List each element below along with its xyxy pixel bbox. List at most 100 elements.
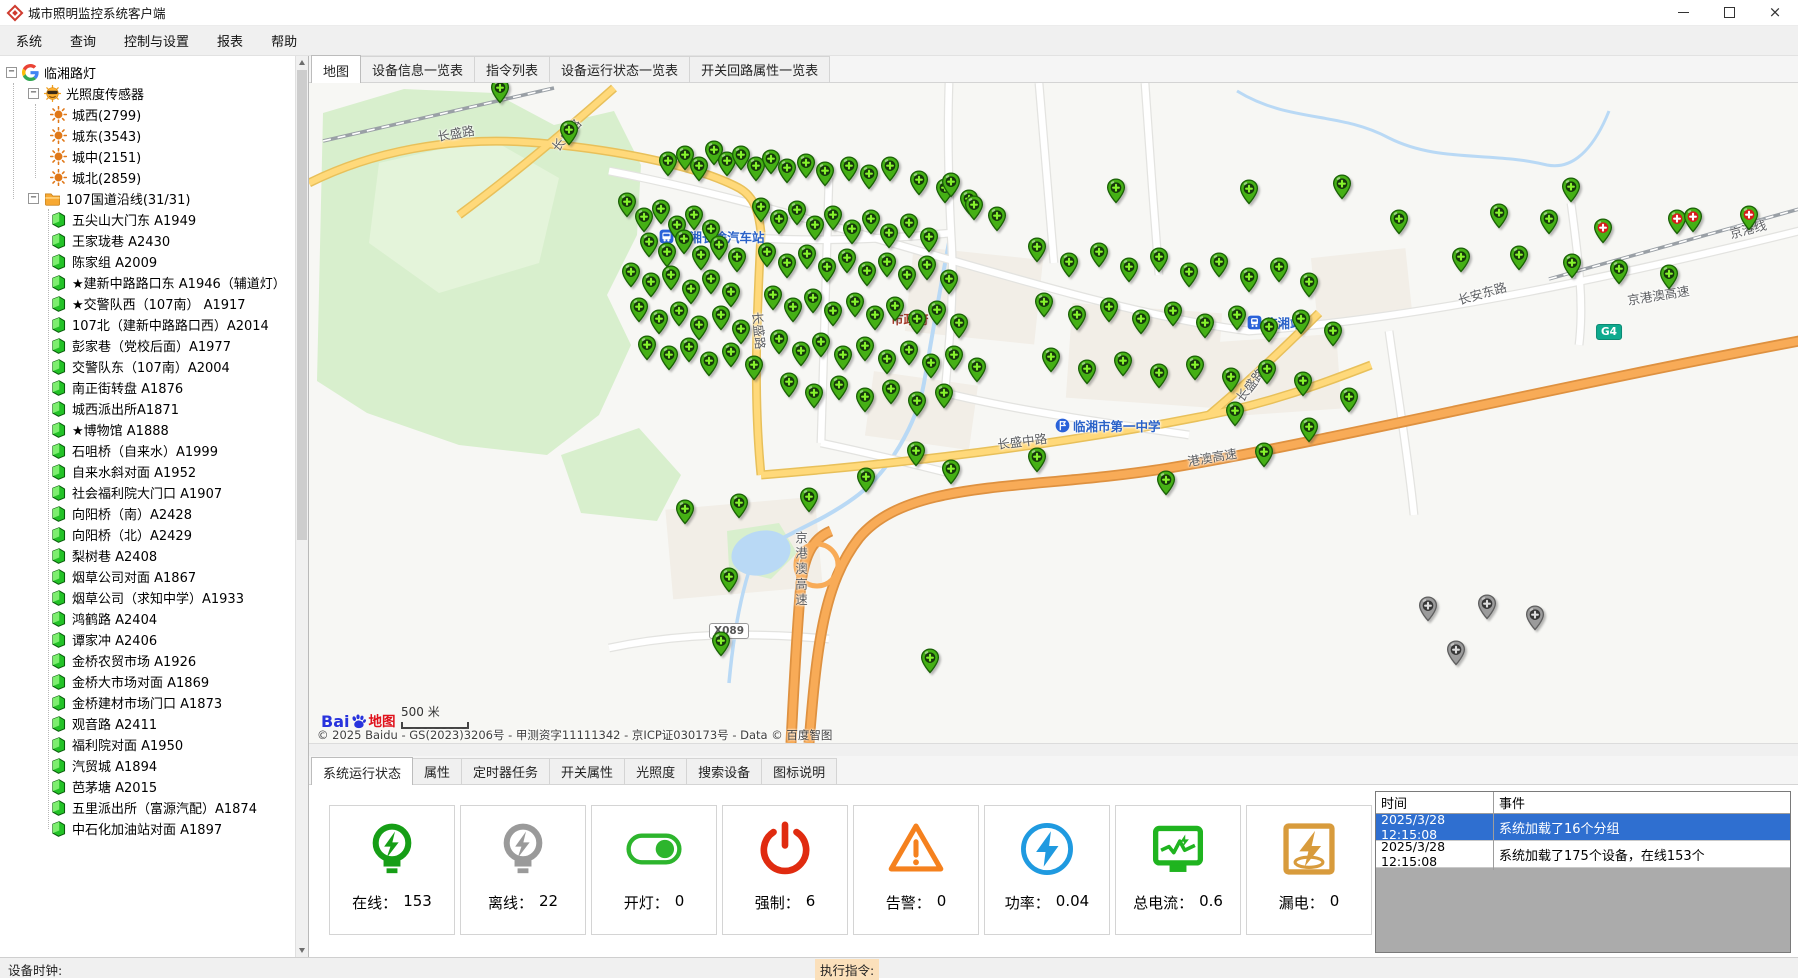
device-pin-online[interactable] (1028, 447, 1047, 473)
device-pin-online[interactable] (1660, 264, 1679, 290)
device-pin-alarm[interactable] (1684, 207, 1703, 233)
device-pin-online[interactable] (792, 341, 811, 367)
tree-row-14[interactable]: 交警队东（107南）A2004 (0, 356, 296, 377)
device-pin-online[interactable] (862, 209, 881, 235)
device-pin-online[interactable] (1562, 177, 1581, 203)
device-pin-online[interactable] (784, 297, 803, 323)
tree-expand-toggle[interactable]: − (28, 88, 39, 99)
menu-item-4[interactable]: 帮助 (257, 26, 311, 55)
tree-row-34[interactable]: 芭茅塘 A2015 (0, 776, 296, 797)
tree-expand-toggle[interactable]: − (6, 67, 17, 78)
device-pin-online[interactable] (843, 219, 862, 245)
close-button[interactable]: × (1752, 0, 1798, 25)
tree-row-12[interactable]: 107北（建新中路路口西）A2014 (0, 314, 296, 335)
maximize-button[interactable] (1706, 0, 1752, 25)
device-pin-online[interactable] (1228, 305, 1247, 331)
device-pin-online[interactable] (640, 232, 659, 258)
device-pin-online[interactable] (800, 487, 819, 513)
menu-item-0[interactable]: 系统 (2, 26, 56, 55)
device-pin-online[interactable] (942, 459, 961, 485)
device-pin-online[interactable] (898, 265, 917, 291)
device-pin-online[interactable] (928, 300, 947, 326)
device-pin-online[interactable] (758, 242, 777, 268)
menu-item-1[interactable]: 查询 (56, 26, 110, 55)
device-pin-online[interactable] (857, 467, 876, 493)
tree-row-32[interactable]: 福利院对面 A1950 (0, 734, 296, 755)
tree-row-31[interactable]: 观音路 A2411 (0, 713, 296, 734)
device-pin-online[interactable] (730, 493, 749, 519)
device-pin-online[interactable] (1390, 209, 1409, 235)
tree-row-0[interactable]: −临湘路灯 (0, 62, 296, 83)
device-pin-online[interactable] (920, 227, 939, 253)
tree-row-8[interactable]: 王家珑巷 A2430 (0, 230, 296, 251)
device-pin-online[interactable] (1060, 252, 1079, 278)
device-pin-online[interactable] (846, 292, 865, 318)
device-pin-online[interactable] (728, 247, 747, 273)
tree-row-21[interactable]: 向阳桥（南）A2428 (0, 503, 296, 524)
device-pin-online[interactable] (1540, 209, 1559, 235)
device-pin-online[interactable] (940, 269, 959, 295)
device-pin-online[interactable] (1222, 367, 1241, 393)
device-pin-online[interactable] (680, 337, 699, 363)
device-pin-online[interactable] (1260, 317, 1279, 343)
device-pin-online[interactable] (560, 120, 579, 146)
device-pin-offline[interactable] (1447, 640, 1466, 666)
device-pin-online[interactable] (780, 372, 799, 398)
tree-row-9[interactable]: 陈家组 A2009 (0, 251, 296, 272)
device-pin-online[interactable] (1300, 272, 1319, 298)
menu-item-3[interactable]: 报表 (203, 26, 257, 55)
device-pin-online[interactable] (788, 200, 807, 226)
device-pin-online[interactable] (1132, 309, 1151, 335)
device-pin-online[interactable] (745, 355, 764, 381)
device-pin-online[interactable] (858, 261, 877, 287)
tree-row-26[interactable]: 鸿鹤路 A2404 (0, 608, 296, 629)
tree-row-18[interactable]: 石咀桥（自来水）A1999 (0, 440, 296, 461)
device-pin-online[interactable] (1157, 470, 1176, 496)
device-pin-online[interactable] (702, 269, 721, 295)
device-pin-online[interactable] (1324, 321, 1343, 347)
device-pin-online[interactable] (670, 301, 689, 327)
device-pin-online[interactable] (1292, 309, 1311, 335)
device-pin-online[interactable] (856, 387, 875, 413)
device-pin-online[interactable] (1114, 351, 1133, 377)
device-pin-online[interactable] (856, 336, 875, 362)
tree-row-24[interactable]: 烟草公司对面 A1867 (0, 566, 296, 587)
device-pin-online[interactable] (676, 499, 695, 525)
device-pin-alarm[interactable] (1594, 218, 1613, 244)
minimize-button[interactable] (1660, 0, 1706, 25)
device-pin-online[interactable] (1210, 252, 1229, 278)
bottom-tab-5[interactable]: 搜索设备 (686, 758, 762, 784)
device-pin-online[interactable] (692, 245, 711, 271)
device-pin-online[interactable] (804, 288, 823, 314)
device-pin-online[interactable] (662, 265, 681, 291)
device-pin-online[interactable] (816, 161, 835, 187)
device-pin-online[interactable] (878, 349, 897, 375)
device-pin-online[interactable] (630, 297, 649, 323)
device-pin-online[interactable] (1028, 237, 1047, 263)
tree-row-29[interactable]: 金桥大市场对面 A1869 (0, 671, 296, 692)
device-pin-online[interactable] (1090, 242, 1109, 268)
tree-row-33[interactable]: 汽贸城 A1894 (0, 755, 296, 776)
device-pin-online[interactable] (1042, 347, 1061, 373)
device-pin-online[interactable] (942, 172, 961, 198)
device-pin-online[interactable] (1294, 371, 1313, 397)
device-pin-online[interactable] (1035, 292, 1054, 318)
device-pin-online[interactable] (1107, 178, 1126, 204)
device-pin-online[interactable] (1078, 359, 1097, 385)
device-pin-online[interactable] (650, 309, 669, 335)
tree-row-19[interactable]: 自来水斜对面 A1952 (0, 461, 296, 482)
device-pin-online[interactable] (900, 340, 919, 366)
device-pin-online[interactable] (770, 209, 789, 235)
tree-row-23[interactable]: 梨树巷 A2408 (0, 545, 296, 566)
menu-item-2[interactable]: 控制与设置 (110, 26, 203, 55)
device-pin-online[interactable] (935, 383, 954, 409)
device-pin-online[interactable] (1270, 257, 1289, 283)
bottom-tab-4[interactable]: 光照度 (624, 758, 687, 784)
device-pin-online[interactable] (722, 342, 741, 368)
tree-row-36[interactable]: 中石化加油站对面 A1897 (0, 818, 296, 839)
device-pin-online[interactable] (860, 164, 879, 190)
tree-row-27[interactable]: 谭家冲 A2406 (0, 629, 296, 650)
device-pin-online[interactable] (824, 205, 843, 231)
tree-row-5[interactable]: 城北(2859) (0, 167, 296, 188)
tree-row-7[interactable]: 五尖山大门东 A1949 (0, 209, 296, 230)
